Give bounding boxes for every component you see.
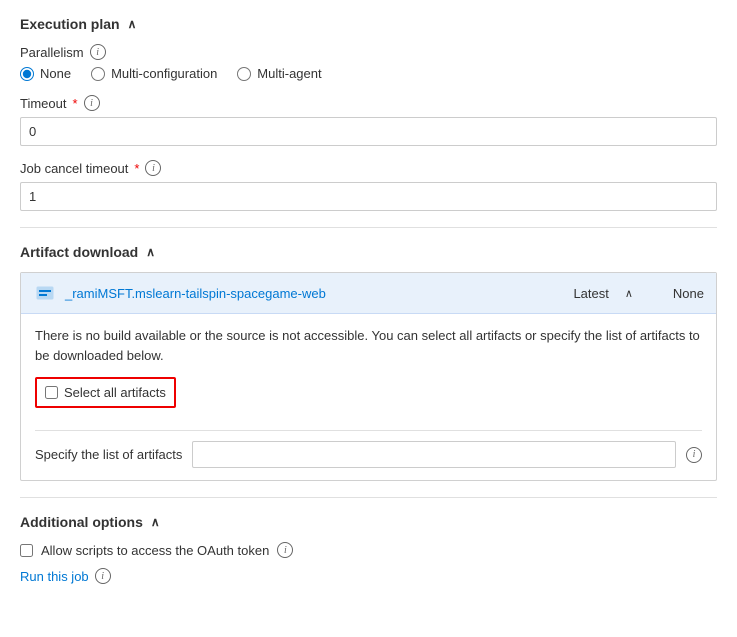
- artifact-download-chevron-icon: ∧: [146, 245, 155, 259]
- allow-scripts-info-icon[interactable]: i: [277, 542, 293, 558]
- timeout-input[interactable]: [20, 117, 717, 146]
- select-all-checkbox[interactable]: [45, 386, 58, 399]
- parallelism-label: Parallelism i: [20, 44, 717, 60]
- artifact-version: Latest: [573, 286, 608, 301]
- execution-plan-header: Execution plan ∧: [20, 16, 717, 32]
- run-job-info-icon[interactable]: i: [95, 568, 111, 584]
- execution-plan-chevron-icon: ∧: [128, 17, 137, 31]
- additional-options-title: Additional options: [20, 514, 143, 530]
- job-cancel-timeout-input[interactable]: [20, 182, 717, 211]
- timeout-info-icon[interactable]: i: [84, 95, 100, 111]
- parallelism-multiagent-option[interactable]: Multi-agent: [237, 66, 321, 81]
- allow-scripts-label: Allow scripts to access the OAuth token: [41, 543, 269, 558]
- parallelism-multiagent-label: Multi-agent: [257, 66, 321, 81]
- select-all-artifacts-row[interactable]: Select all artifacts: [35, 377, 176, 408]
- artifact-body: There is no build available or the sourc…: [21, 314, 716, 480]
- parallelism-multiconfig-option[interactable]: Multi-configuration: [91, 66, 217, 81]
- parallelism-radio-group: None Multi-configuration Multi-agent: [20, 66, 717, 81]
- job-cancel-timeout-group: Job cancel timeout * i: [20, 160, 717, 211]
- artifact-collapse-chevron-icon[interactable]: ∧: [625, 287, 633, 300]
- parallelism-multiconfig-label: Multi-configuration: [111, 66, 217, 81]
- timeout-label-row: Timeout * i: [20, 95, 717, 111]
- run-job-row: Run this job i: [20, 568, 717, 584]
- job-cancel-timeout-label: Job cancel timeout: [20, 161, 128, 176]
- artifact-header-row: _ramiMSFT.mslearn-tailspin-spacegame-web…: [21, 273, 716, 314]
- artifact-name[interactable]: _ramiMSFT.mslearn-tailspin-spacegame-web: [65, 286, 573, 301]
- timeout-group: Timeout * i: [20, 95, 717, 146]
- artifact-download-header: Artifact download ∧: [20, 244, 717, 260]
- artifact-build-icon: [33, 281, 57, 305]
- run-job-label[interactable]: Run this job: [20, 569, 89, 584]
- artifact-download-section: Artifact download ∧ _ramiMSFT.mslearn-ta…: [20, 244, 717, 481]
- job-cancel-timeout-label-row: Job cancel timeout * i: [20, 160, 717, 176]
- section-divider-2: [20, 497, 717, 498]
- parallelism-none-option[interactable]: None: [20, 66, 71, 81]
- specify-artifacts-input[interactable]: [192, 441, 676, 468]
- parallelism-info-icon[interactable]: i: [90, 44, 106, 60]
- additional-options-section: Additional options ∧ Allow scripts to ac…: [20, 514, 717, 584]
- execution-plan-section: Execution plan ∧ Parallelism i None Mult…: [20, 16, 717, 211]
- artifact-message: There is no build available or the sourc…: [35, 326, 702, 365]
- execution-plan-title: Execution plan: [20, 16, 120, 32]
- parallelism-group: Parallelism i None Multi-configuration M…: [20, 44, 717, 81]
- additional-options-chevron-icon: ∧: [151, 515, 160, 529]
- artifact-container: _ramiMSFT.mslearn-tailspin-spacegame-web…: [20, 272, 717, 481]
- select-all-label: Select all artifacts: [64, 385, 166, 400]
- artifact-none-label: None: [673, 286, 704, 301]
- timeout-required: *: [72, 96, 77, 111]
- allow-scripts-row: Allow scripts to access the OAuth token …: [20, 542, 717, 558]
- additional-options-header: Additional options ∧: [20, 514, 717, 530]
- job-cancel-timeout-info-icon[interactable]: i: [145, 160, 161, 176]
- artifacts-divider: [35, 430, 702, 431]
- job-cancel-timeout-required: *: [134, 161, 139, 176]
- artifact-download-title: Artifact download: [20, 244, 138, 260]
- allow-scripts-checkbox[interactable]: [20, 544, 33, 557]
- section-divider-1: [20, 227, 717, 228]
- specify-artifacts-label: Specify the list of artifacts: [35, 447, 182, 462]
- parallelism-none-label: None: [40, 66, 71, 81]
- specify-artifacts-row: Specify the list of artifacts i: [35, 441, 702, 468]
- timeout-label: Timeout: [20, 96, 66, 111]
- specify-artifacts-info-icon[interactable]: i: [686, 447, 702, 463]
